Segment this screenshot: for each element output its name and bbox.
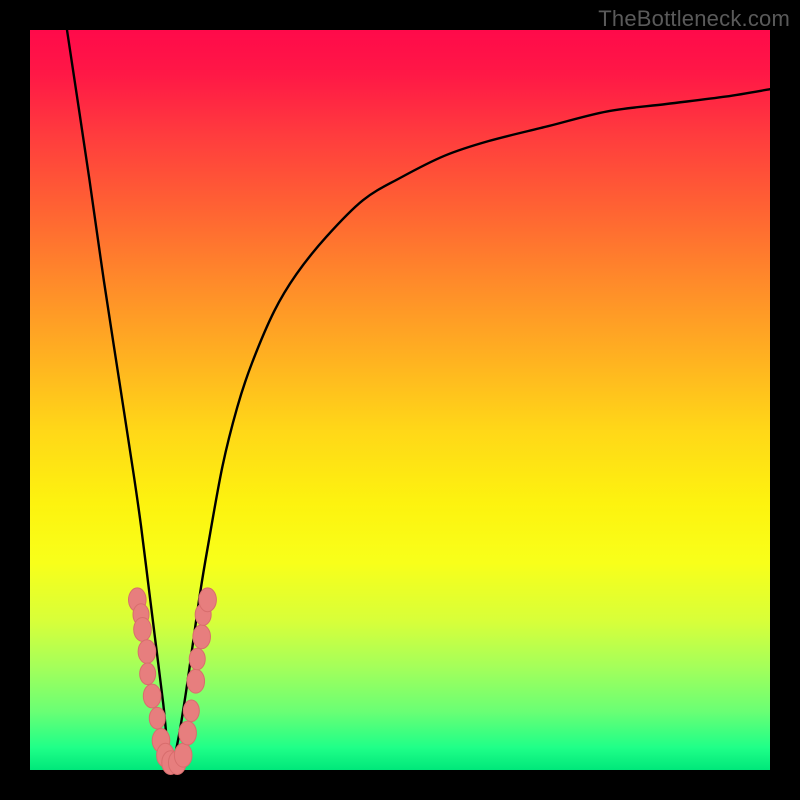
data-points — [129, 588, 217, 775]
data-point — [189, 648, 205, 670]
data-point — [143, 684, 161, 708]
data-point — [199, 588, 217, 612]
plot-area — [30, 30, 770, 770]
watermark-text: TheBottleneck.com — [598, 6, 790, 32]
data-point — [174, 743, 192, 767]
data-point — [138, 640, 156, 664]
data-point — [187, 669, 205, 693]
data-point — [134, 618, 152, 642]
bottleneck-curve — [67, 30, 770, 770]
data-point — [193, 625, 211, 649]
data-point — [149, 707, 165, 729]
data-point — [140, 663, 156, 685]
chart-frame: TheBottleneck.com — [0, 0, 800, 800]
data-point — [183, 700, 199, 722]
chart-svg — [30, 30, 770, 770]
data-point — [179, 721, 197, 745]
